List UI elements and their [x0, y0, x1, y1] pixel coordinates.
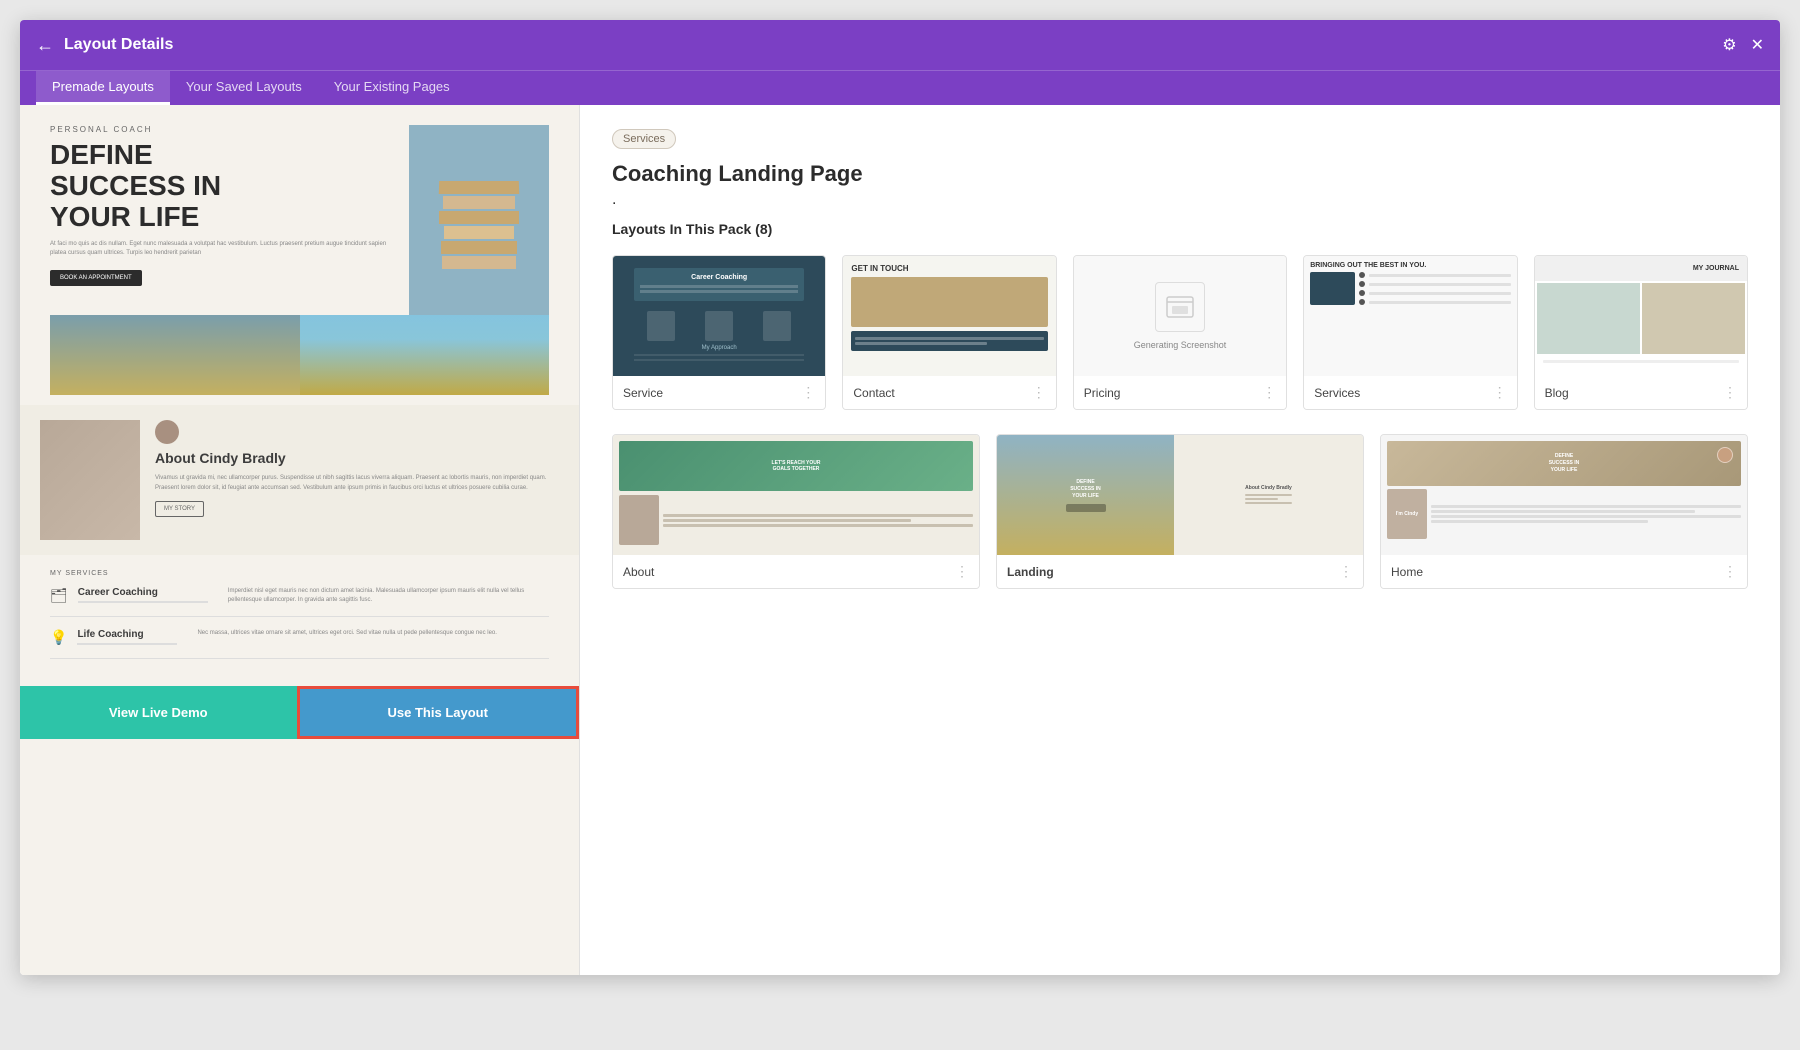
preview-about: About Cindy Bradly Vivamus ut gravida mi… — [20, 405, 579, 555]
pack-dot: . — [612, 191, 1748, 209]
about-thumbnail: LET'S REACH YOUR GOALS TOGETHER — [613, 435, 979, 555]
hero-title: DEFINESUCCESS INYOUR LIFE — [50, 140, 399, 232]
career-coaching-desc: Imperdiet nisl eget mauris nec non dictu… — [228, 587, 549, 605]
layouts-grid-row2: LET'S REACH YOUR GOALS TOGETHER — [612, 434, 1748, 589]
pricing-thumbnail: Generating Screenshot — [1074, 256, 1286, 376]
services-more-icon[interactable]: ⋮ — [1493, 384, 1507, 401]
career-coaching-title: Career Coaching — [78, 587, 208, 598]
layout-card-services[interactable]: BRINGING OUT THE BEST IN YOU. — [1303, 255, 1517, 410]
services-card-label: Services — [1314, 386, 1360, 400]
blog-card-label: Blog — [1545, 386, 1569, 400]
preview-container: PERSONAL COACH DEFINESUCCESS INYOUR LIFE… — [20, 105, 579, 739]
back-arrow-icon[interactable]: ← — [36, 35, 54, 56]
pricing-more-icon[interactable]: ⋮ — [1262, 384, 1276, 401]
tab-premade-layouts[interactable]: Premade Layouts — [36, 71, 170, 105]
service-card-footer: Service ⋮ — [613, 376, 825, 409]
about-content: About Cindy Bradly Vivamus ut gravida mi… — [155, 420, 559, 517]
about-body: Vivamus ut gravida mi, nec ullamcorper p… — [155, 474, 559, 493]
blog-more-icon[interactable]: ⋮ — [1723, 384, 1737, 401]
blog-thumbnail: MY JOURNAL — [1535, 256, 1747, 376]
life-coaching-desc: Nec massa, ultrices vitae ornare sit ame… — [197, 629, 549, 638]
contact-more-icon[interactable]: ⋮ — [1032, 384, 1046, 401]
services-card-footer: Services ⋮ — [1304, 376, 1516, 409]
book-appointment-button[interactable]: BOOK AN APPOINTMENT — [50, 270, 142, 286]
service-more-icon[interactable]: ⋮ — [801, 384, 815, 401]
landing-more-icon[interactable]: ⋮ — [1339, 563, 1353, 580]
contact-card-footer: Contact ⋮ — [843, 376, 1055, 409]
window-title: Layout Details — [64, 36, 173, 54]
preview-services: MY SERVICES 🗂 Career Coaching Imperdiet … — [20, 555, 579, 686]
service-item-career: 🗂 Career Coaching Imperdiet nisl eget ma… — [50, 587, 549, 617]
home-card-label: Home — [1391, 565, 1423, 579]
home-thumbnail: DEFINESUCCESS INYOUR LIFE I'm Cindy — [1381, 435, 1747, 555]
layout-card-home[interactable]: DEFINESUCCESS INYOUR LIFE I'm Cindy — [1380, 434, 1748, 589]
about-card-footer: About ⋮ — [613, 555, 979, 588]
use-this-layout-button[interactable]: Use This Layout — [297, 686, 580, 739]
about-more-icon[interactable]: ⋮ — [955, 563, 969, 580]
layout-card-blog[interactable]: MY JOURNAL Blog — [1534, 255, 1748, 410]
layout-details-window: ← Layout Details ⚙ ✕ Premade Layouts You… — [20, 20, 1780, 975]
life-coaching-title: Life Coaching — [77, 629, 177, 640]
layout-card-contact[interactable]: GET IN TOUCH Contact ⋮ — [842, 255, 1056, 410]
close-icon[interactable]: ✕ — [1751, 35, 1764, 55]
hero-body-text: At faci mo quis ac dis nullam. Eget nunc… — [50, 240, 399, 258]
pricing-card-label: Pricing — [1084, 386, 1121, 400]
layout-card-service[interactable]: Career Coaching My Approach — [612, 255, 826, 410]
home-more-icon[interactable]: ⋮ — [1723, 563, 1737, 580]
blog-card-footer: Blog ⋮ — [1535, 376, 1747, 409]
about-avatar — [155, 420, 179, 444]
title-bar-left: ← Layout Details — [36, 35, 173, 56]
generating-text: Generating Screenshot — [1134, 340, 1227, 350]
about-card-label: About — [623, 565, 654, 579]
home-card-footer: Home ⋮ — [1381, 555, 1747, 588]
about-name: About Cindy Bradly — [155, 450, 559, 466]
pricing-card-footer: Pricing ⋮ — [1074, 376, 1286, 409]
title-bar-right: ⚙ ✕ — [1722, 35, 1764, 55]
right-panel: Services Coaching Landing Page . Layouts… — [580, 105, 1780, 975]
layout-card-landing[interactable]: DEFINESUCCESS INYOUR LIFE About Cindy Br… — [996, 434, 1364, 589]
layout-card-pricing[interactable]: Generating Screenshot Pricing ⋮ — [1073, 255, 1287, 410]
about-image — [40, 420, 140, 540]
landing-card-label: Landing — [1007, 565, 1054, 579]
services-thumbnail: BRINGING OUT THE BEST IN YOU. — [1304, 256, 1516, 376]
preview-buttons: View Live Demo Use This Layout — [20, 686, 579, 739]
tab-saved-layouts[interactable]: Your Saved Layouts — [170, 71, 318, 105]
life-coaching-icon: 💡 — [50, 629, 67, 646]
main-content: PERSONAL COACH DEFINESUCCESS INYOUR LIFE… — [20, 105, 1780, 975]
contact-thumbnail: GET IN TOUCH — [843, 256, 1055, 376]
career-coaching-icon: 🗂 — [50, 587, 68, 604]
service-thumbnail: Career Coaching My Approach — [613, 256, 825, 376]
generating-icon — [1155, 282, 1205, 332]
service-item-life: 💡 Life Coaching Nec massa, ultrices vita… — [50, 629, 549, 659]
layouts-grid-row1: Career Coaching My Approach — [612, 255, 1748, 410]
contact-card-label: Contact — [853, 386, 894, 400]
layouts-in-pack-label: Layouts In This Pack (8) — [612, 221, 1748, 237]
generating-screenshot-box: Generating Screenshot — [1074, 256, 1286, 376]
services-label: MY SERVICES — [50, 570, 549, 577]
tab-bar: Premade Layouts Your Saved Layouts Your … — [20, 70, 1780, 105]
layout-card-about[interactable]: LET'S REACH YOUR GOALS TOGETHER — [612, 434, 980, 589]
personal-coach-label: PERSONAL COACH — [50, 125, 399, 134]
tab-existing-pages[interactable]: Your Existing Pages — [318, 71, 466, 105]
settings-icon[interactable]: ⚙ — [1722, 35, 1736, 55]
title-bar: ← Layout Details ⚙ ✕ — [20, 20, 1780, 70]
service-card-label: Service — [623, 386, 663, 400]
left-panel-preview: PERSONAL COACH DEFINESUCCESS INYOUR LIFE… — [20, 105, 580, 975]
my-story-button[interactable]: MY STORY — [155, 501, 204, 517]
landing-thumbnail: DEFINESUCCESS INYOUR LIFE About Cindy Br… — [997, 435, 1363, 555]
landing-card-footer: Landing ⋮ — [997, 555, 1363, 588]
services-badge: Services — [612, 129, 676, 149]
preview-hero: PERSONAL COACH DEFINESUCCESS INYOUR LIFE… — [20, 105, 579, 405]
pack-title: Coaching Landing Page — [612, 161, 1748, 187]
view-live-demo-button[interactable]: View Live Demo — [20, 686, 297, 739]
